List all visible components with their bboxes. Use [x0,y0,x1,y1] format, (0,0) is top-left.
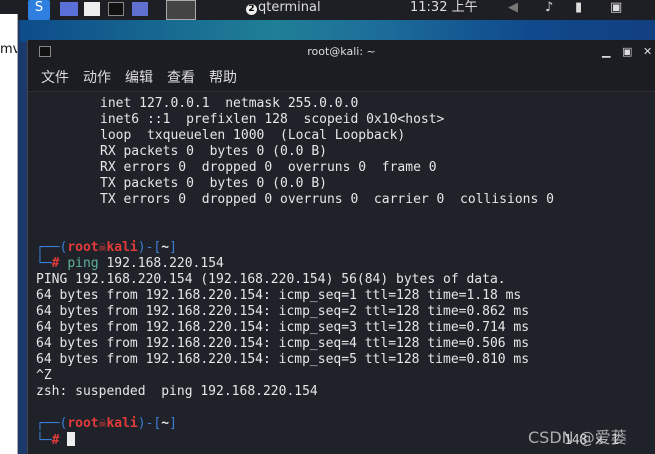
cursor [67,432,76,446]
background-window: mv [0,14,18,454]
taskbar: S 2 qterminal 11:32 上午 ◀ ♪ ▮ ▣ [0,0,655,20]
input-line[interactable]: └─# [36,432,554,448]
menu-view[interactable]: 查看 [167,70,195,86]
terminal-window: root@kali: ~ ▁ ▣ ✕ 文件 动作 编辑 查看 帮助 inet 127.0… [27,40,655,454]
output-line: 64 bytes from 192.168.220.154: icmp_seq=… [36,288,522,303]
battery-icon[interactable]: ▮ [575,0,582,20]
background-window-text: mv [0,42,17,57]
prompt-line: ┌──(root☠kali)-[~] [36,240,177,255]
output-line: 64 bytes from 192.168.220.154: icmp_seq=… [36,336,530,351]
prompt-line: ┌──(root☠kali)-[~] [36,416,177,431]
screen-recorder-icon[interactable] [132,2,148,16]
terminal-output[interactable]: inet 127.0.0.1 netmask 255.0.0.0 inet6 :… [36,96,554,448]
prompt-host: kali [106,416,138,431]
command-line: └─# ping 192.168.220.154 [36,256,224,271]
title-bar[interactable]: root@kali: ~ ▁ ▣ ✕ [28,40,655,64]
minimize-button[interactable]: ▁ [602,40,610,64]
menu-actions[interactable]: 动作 [83,70,111,86]
window-title: root@kali: ~ [307,45,376,58]
output-line: 64 bytes from 192.168.220.154: icmp_seq=… [36,320,530,335]
file-manager-icon[interactable] [60,2,78,16]
prompt-user: root [67,416,99,431]
terminal-icon[interactable] [108,2,124,16]
output-line: TX errors 0 dropped 0 overruns 0 carrier… [100,192,554,207]
volume-icon[interactable]: ◀ [508,0,518,20]
menu-edit[interactable]: 编辑 [125,70,153,86]
menu-file[interactable]: 文件 [41,70,69,86]
output-line: 64 bytes from 192.168.220.154: icmp_seq=… [36,352,530,367]
maximize-button[interactable]: ▣ [622,40,632,64]
prompt-dir: ~ [161,240,170,255]
command-args: 192.168.220.154 [98,256,224,271]
desktop-wallpaper [20,20,655,42]
output-line: ^Z [36,368,52,383]
output-line: zsh: suspended ping 192.168.220.154 [36,384,318,399]
output-line: inet 127.0.0.1 netmask 255.0.0.0 [100,96,359,111]
window-label: qterminal [258,0,321,15]
watermark: CSDN @爱蒌 [528,428,627,447]
output-line: loop txqueuelen 1000 (Local Loopback) [100,128,406,143]
menu-help[interactable]: 帮助 [209,70,237,86]
clock[interactable]: 11:32 上午 [410,0,478,20]
kali-menu-icon[interactable]: S [28,0,50,20]
prompt-dir: ~ [161,416,170,431]
output-line: PING 192.168.220.154 (192.168.220.154) 5… [36,272,506,287]
close-button[interactable]: ✕ [643,40,652,64]
prompt-user: root [67,240,99,255]
output-line: 64 bytes from 192.168.220.154: icmp_seq=… [36,304,530,319]
lock-icon[interactable]: ▣ [610,0,622,20]
prompt-symbol: # [51,433,60,448]
command-name: ping [67,256,99,271]
menu-bar: 文件 动作 编辑 查看 帮助 [28,64,655,92]
text-editor-icon[interactable] [84,2,100,16]
window-button-qterminal[interactable]: 2 qterminal [238,0,388,20]
output-line: RX errors 0 dropped 0 overruns 0 frame 0 [100,160,437,175]
prompt-symbol: # [51,256,60,271]
prompt-host: kali [106,240,138,255]
output-line: RX packets 0 bytes 0 (0.0 B) [100,144,327,159]
output-line: TX packets 0 bytes 0 (0.0 B) [100,176,327,191]
notification-bell-icon[interactable]: ♪ [545,0,553,20]
terminal-app-icon [39,46,51,57]
output-line: inet6 ::1 prefixlen 128 scopeid 0x10<hos… [100,112,445,127]
window-count-badge: 2 [246,4,257,15]
workspace-terminal-icon[interactable] [166,0,196,20]
